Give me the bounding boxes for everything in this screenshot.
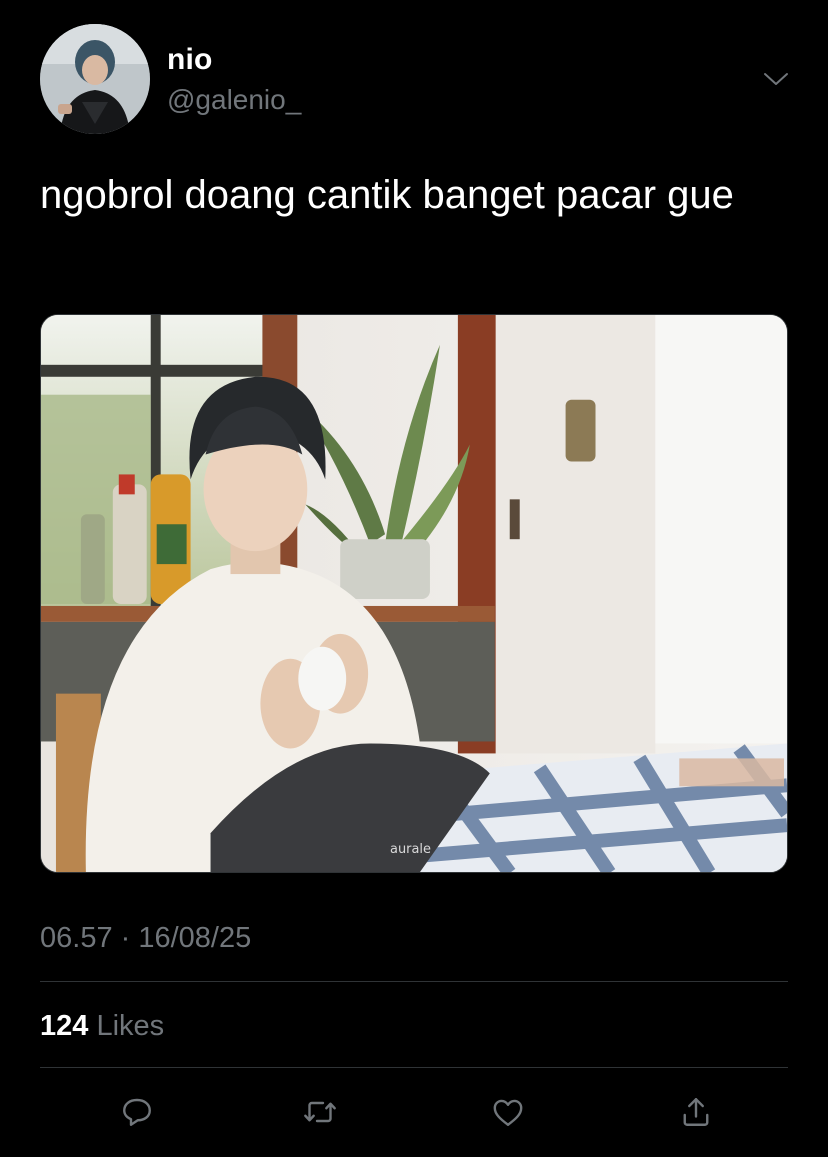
share-icon <box>683 1098 709 1126</box>
retweet-icon <box>304 1101 336 1123</box>
avatar[interactable] <box>40 24 150 134</box>
divider <box>40 1067 788 1068</box>
chevron-down-icon <box>764 73 788 85</box>
likes-stat[interactable]: 124 Likes <box>40 1010 164 1043</box>
like-button[interactable] <box>486 1090 530 1134</box>
likes-count: 124 <box>40 1010 89 1042</box>
reply-icon <box>123 1098 151 1126</box>
photo-illustration: aurale <box>41 315 787 872</box>
more-options-button[interactable] <box>757 62 795 96</box>
retweet-button[interactable] <box>298 1090 342 1134</box>
heart-icon <box>493 1099 523 1126</box>
avatar-image <box>40 24 150 134</box>
share-button[interactable] <box>674 1090 718 1134</box>
tweet-media-image[interactable]: aurale <box>40 314 788 873</box>
divider <box>40 981 788 982</box>
tweet-action-bar <box>0 1090 828 1134</box>
tweet-text: ngobrol doang cantik banget pacar gue <box>40 173 734 217</box>
display-name[interactable]: nio <box>167 43 213 77</box>
likes-label: Likes <box>96 1010 165 1042</box>
username-handle[interactable]: @galenio_ <box>167 84 301 116</box>
tweet-timestamp[interactable]: 06.57 · 16/08/25 <box>40 922 251 955</box>
reply-button[interactable] <box>115 1090 159 1134</box>
media-watermark: aurale <box>390 842 431 857</box>
